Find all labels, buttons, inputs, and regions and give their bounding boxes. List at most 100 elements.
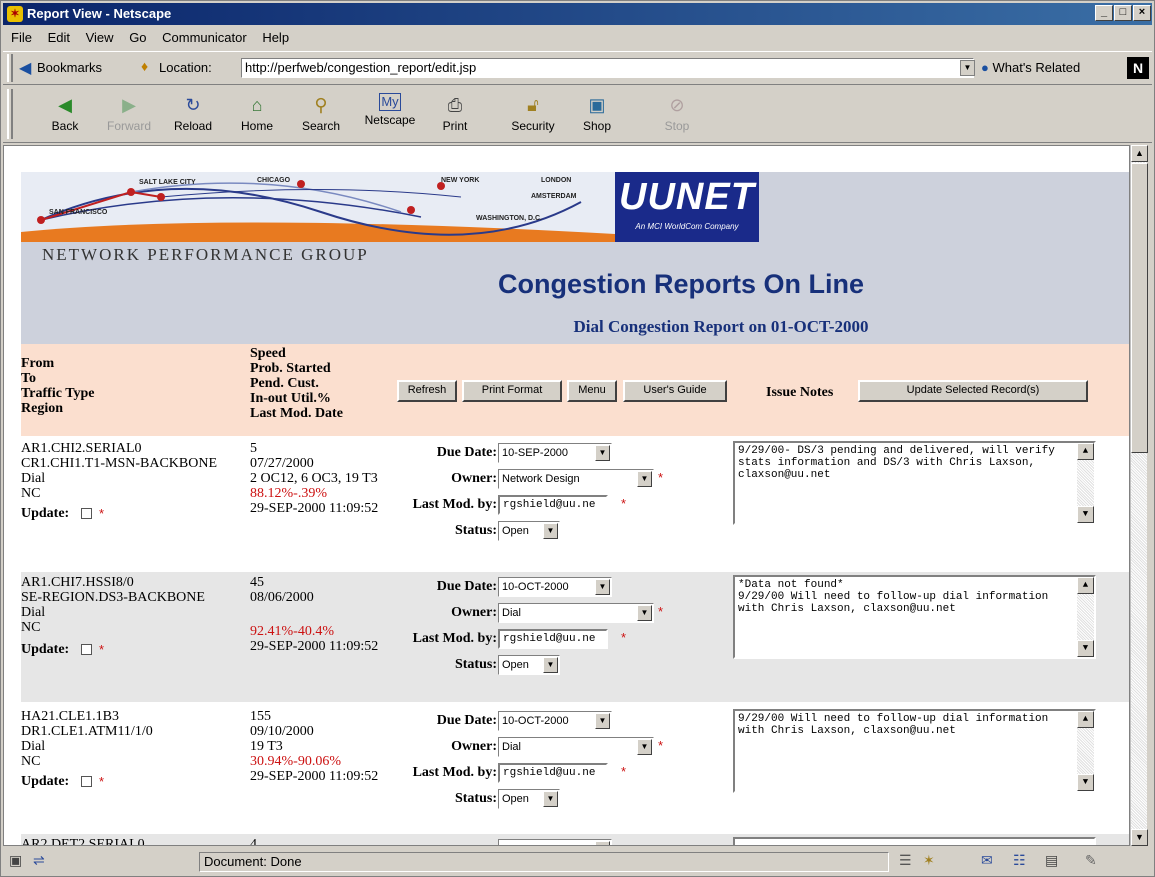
- report-subtitle-prefix: Dial Congestion Report on: [573, 317, 771, 336]
- issue-notes-textarea[interactable]: [733, 837, 1096, 845]
- due-date-value: 10-OCT-2000: [502, 715, 569, 727]
- scroll-down-icon[interactable]: ▼: [1077, 774, 1094, 791]
- issue-notes-label: Issue Notes: [766, 385, 834, 400]
- maximize-button[interactable]: □: [1114, 5, 1132, 21]
- textarea-scrollbar[interactable]: ▲ ▼: [1077, 711, 1094, 791]
- required-marker: *: [99, 506, 105, 521]
- bookmarks-button[interactable]: Bookmarks: [37, 60, 102, 75]
- mail-icon[interactable]: ✉: [981, 852, 993, 869]
- last-mod-by-input[interactable]: rgshield@uu.ne: [498, 629, 608, 649]
- netscape-n-logo[interactable]: N: [1127, 57, 1149, 79]
- due-date-select[interactable]: 10-SEP-2000 ▼: [498, 443, 612, 463]
- required-marker: *: [621, 630, 627, 645]
- related-icon: ●: [981, 60, 989, 75]
- users-guide-button[interactable]: User's Guide: [623, 380, 727, 402]
- menu-file[interactable]: File: [11, 30, 32, 45]
- scroll-up-icon[interactable]: ▲: [1077, 711, 1094, 728]
- record-started: 09/10/2000: [250, 724, 314, 739]
- record-util: 92.41%-40.4%: [250, 624, 334, 639]
- status-select[interactable]: Open ▼: [498, 521, 560, 541]
- close-button[interactable]: ×: [1133, 5, 1151, 21]
- update-label: Update:: [21, 506, 70, 521]
- scroll-down-icon[interactable]: ▼: [1077, 506, 1094, 523]
- component-bar-icon[interactable]: ☰: [899, 852, 912, 869]
- url-input[interactable]: http://perfweb/congestion_report/edit.js…: [241, 58, 974, 78]
- update-checkbox[interactable]: [81, 508, 92, 519]
- scroll-up-icon[interactable]: ▲: [1131, 145, 1148, 162]
- update-selected-button[interactable]: Update Selected Record(s): [858, 380, 1088, 402]
- scroll-down-icon[interactable]: ▼: [1077, 640, 1094, 657]
- due-date-select[interactable]: ▼: [498, 839, 612, 845]
- netscape-window-icon: ✶: [7, 6, 23, 22]
- owner-select[interactable]: Dial ▼: [498, 603, 654, 623]
- print-format-button[interactable]: Print Format: [462, 380, 562, 402]
- refresh-button[interactable]: Refresh: [397, 380, 457, 402]
- status-value: Open: [502, 793, 529, 805]
- page-scrollbar[interactable]: ▲ ▼: [1130, 145, 1148, 846]
- chevron-down-icon: ▼: [595, 841, 610, 845]
- menu-communicator[interactable]: Communicator: [162, 30, 247, 45]
- due-date-select[interactable]: 10-OCT-2000 ▼: [498, 711, 612, 731]
- due-date-label: Due Date:: [436, 579, 497, 594]
- search-button[interactable]: ⚲ Search: [293, 93, 349, 133]
- map-city-label: WASHINGTON, D.C.: [476, 215, 542, 222]
- menu-help[interactable]: Help: [262, 30, 289, 45]
- minimize-button[interactable]: _: [1095, 5, 1113, 21]
- scroll-up-icon[interactable]: ▲: [1077, 577, 1094, 594]
- menu-view[interactable]: View: [86, 30, 114, 45]
- table-header: From To Traffic Type Region Speed Prob. …: [21, 344, 1129, 436]
- header-pend-cust: Pend. Cust.: [250, 376, 319, 391]
- textarea-scrollbar[interactable]: ▲ ▼: [1077, 443, 1094, 523]
- browser-window: ✶ Report View - Netscape _ □ × File Edit…: [0, 0, 1155, 877]
- due-date-label: Due Date:: [436, 445, 497, 460]
- shop-button[interactable]: ▣ Shop: [569, 93, 625, 133]
- menu-edit[interactable]: Edit: [48, 30, 70, 45]
- scroll-down-icon[interactable]: ▼: [1131, 829, 1148, 846]
- scrollbar-thumb[interactable]: [1131, 163, 1148, 453]
- issue-notes-textarea[interactable]: 9/29/00- DS/3 pending and delivered, wil…: [733, 441, 1096, 525]
- record-to: CR1.CHI1.T1-MSN-BACKBONE: [21, 456, 218, 471]
- edit-icon[interactable]: ✎: [1085, 852, 1097, 869]
- update-checkbox[interactable]: [81, 776, 92, 787]
- scroll-up-icon[interactable]: ▲: [1077, 443, 1094, 460]
- last-mod-by-input[interactable]: rgshield@uu.ne: [498, 495, 608, 515]
- menu-go[interactable]: Go: [129, 30, 146, 45]
- print-button[interactable]: ⎙ Print: [427, 93, 483, 133]
- netscape-button[interactable]: My Netscape: [357, 93, 423, 127]
- last-mod-by-input[interactable]: rgshield@uu.ne: [498, 763, 608, 783]
- security-status-icon[interactable]: ▣: [9, 852, 22, 869]
- update-checkbox[interactable]: [81, 644, 92, 655]
- toolbar-grip[interactable]: [7, 54, 13, 82]
- issue-notes-textarea[interactable]: 9/29/00 Will need to follow-up dial info…: [733, 709, 1096, 793]
- toolbar-grip[interactable]: [7, 89, 13, 139]
- navigator-icon[interactable]: ✶: [923, 852, 935, 869]
- owner-select[interactable]: Network Design ▼: [498, 469, 654, 489]
- due-date-value: 10-OCT-2000: [502, 581, 569, 593]
- menu-button[interactable]: Menu: [567, 380, 617, 402]
- header-traffic-type: Traffic Type: [21, 386, 95, 401]
- home-button[interactable]: ⌂ Home: [229, 93, 285, 133]
- reload-button[interactable]: ↻ Reload: [165, 93, 221, 133]
- record-to: DR1.CLE1.ATM11/1/0: [21, 724, 153, 739]
- composer-icon[interactable]: ▤: [1045, 852, 1058, 869]
- forward-arrow-icon: ▶: [122, 95, 136, 115]
- owner-select[interactable]: Dial ▼: [498, 737, 654, 757]
- record-mod-date: 29-SEP-2000 11:09:52: [250, 501, 379, 516]
- status-select[interactable]: Open ▼: [498, 789, 560, 809]
- issue-notes-text: 9/29/00- DS/3 pending and delivered, wil…: [738, 445, 1062, 481]
- forward-button[interactable]: ▶ Forward: [101, 93, 157, 133]
- stop-button[interactable]: ⊘ Stop: [649, 93, 705, 133]
- discussions-icon[interactable]: ☷: [1013, 852, 1026, 869]
- textarea-scrollbar[interactable]: ▲ ▼: [1077, 577, 1094, 657]
- issue-notes-textarea[interactable]: *Data not found* 9/29/00 Will need to fo…: [733, 575, 1096, 659]
- status-select[interactable]: Open ▼: [498, 655, 560, 675]
- chevron-down-icon: ▼: [543, 657, 558, 673]
- search-icon: ⚲: [314, 95, 328, 115]
- security-button[interactable]: 🔓︎ Security: [501, 93, 565, 133]
- whats-related-button[interactable]: ● What's Related: [981, 60, 1080, 75]
- record-speed: 155: [250, 709, 271, 724]
- back-label: Back: [51, 119, 79, 133]
- url-dropdown-arrow-icon[interactable]: ▼: [960, 60, 975, 76]
- back-button[interactable]: ◀ Back: [37, 93, 93, 133]
- due-date-select[interactable]: 10-OCT-2000 ▼: [498, 577, 612, 597]
